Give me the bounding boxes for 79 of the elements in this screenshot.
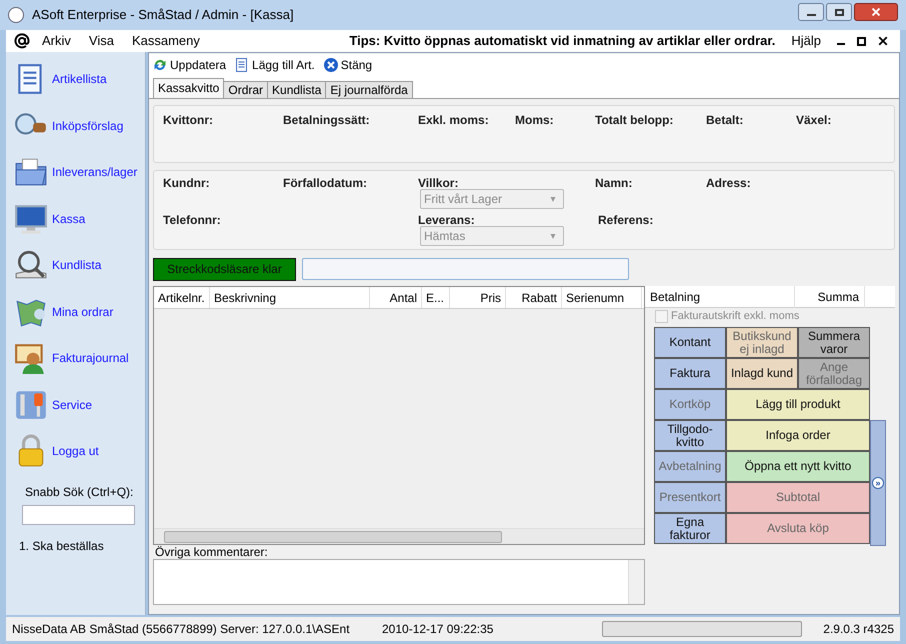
sidebar-item[interactable]: Artikellista xyxy=(52,70,107,88)
tip-text: Tips: Kvitto öppnas automatiskt vid inmatning av artiklar eller ordrar. xyxy=(349,32,776,50)
at-icon xyxy=(14,33,30,49)
sidebar-item[interactable]: Logga ut xyxy=(52,442,99,460)
field-label: Adress: xyxy=(706,175,751,192)
action-button[interactable]: Infoga order xyxy=(726,420,870,451)
status-version-text: 2.9.0.3 r4325 xyxy=(823,621,894,638)
restore-button[interactable] xyxy=(857,36,866,46)
horizontal-scrollbar[interactable] xyxy=(154,528,644,544)
field-label: Växel: xyxy=(796,112,832,127)
search-field[interactable] xyxy=(22,504,135,524)
comments-field[interactable] xyxy=(153,559,645,605)
tab[interactable]: Kundlista xyxy=(268,81,326,98)
close-icon xyxy=(871,7,881,17)
field-label: Moms: xyxy=(515,112,555,127)
column-header: E... xyxy=(422,287,450,308)
field-label: Betalningssätt: xyxy=(283,112,371,127)
action-button[interactable]: Lägg till produkt xyxy=(726,389,870,420)
action-button[interactable]: Egna fakturor xyxy=(654,513,726,544)
action-button[interactable]: Summera varor xyxy=(798,327,870,358)
field-label: Kundnr: xyxy=(163,175,210,192)
comments-label: Övriga kommentarer: xyxy=(155,545,269,559)
close-icon xyxy=(878,36,888,46)
toolbar-button[interactable]: Uppdatera xyxy=(152,56,226,74)
column-header: Antal xyxy=(370,287,422,308)
action-button[interactable]: Kontant xyxy=(654,327,726,358)
status-datetime-text: 2010-12-17 09:22:35 xyxy=(382,621,494,638)
menu-item[interactable]: Kassameny xyxy=(132,31,200,51)
field-label: Förfallodatum: xyxy=(283,175,367,192)
column-header: Rabatt xyxy=(506,287,562,308)
tab[interactable]: Ej journalförda xyxy=(326,81,413,98)
field-label: Referens: xyxy=(598,212,654,229)
field-label: Telefonnr: xyxy=(163,212,221,229)
field-label: Betalt: xyxy=(706,112,744,127)
column-header: Artikelnr. xyxy=(154,287,210,308)
maximize-button[interactable] xyxy=(826,3,852,21)
close-icon xyxy=(322,57,339,73)
sidebar-item[interactable]: Service xyxy=(52,396,92,414)
dropdown-caret-icon xyxy=(549,196,557,202)
minimize-button[interactable] xyxy=(798,3,824,21)
expand-button[interactable]: » xyxy=(870,420,886,546)
sidebar-item[interactable]: Inköpsförslag xyxy=(52,116,124,135)
checkbox-label: Fakturautskrift exkl. moms xyxy=(671,308,800,324)
sidebar-item[interactable]: Kassa xyxy=(52,210,86,228)
column-header: Beskrivning xyxy=(210,287,370,308)
column-header: Pris xyxy=(450,287,506,308)
tab[interactable]: Ordrar xyxy=(224,81,268,98)
dropdown-caret-icon xyxy=(549,234,557,238)
action-button[interactable]: Inlagd kund xyxy=(726,358,798,389)
status-company-text: NisseData AB SmåStad (5566778899) Server: 127.0.0.1\ASEnt xyxy=(12,621,351,638)
note-text: 1. Ska beställas xyxy=(19,538,105,554)
field-label: Leverans: xyxy=(418,212,475,229)
field-label: Kvittonr: xyxy=(163,112,214,127)
sidebar-item[interactable]: Mina ordrar xyxy=(52,302,114,321)
menu-item[interactable]: Visa xyxy=(88,31,114,51)
sidebar-item[interactable]: Fakturajournal xyxy=(52,349,129,368)
field-label: Villkor: xyxy=(418,175,458,192)
tab[interactable]: Kassakvitto xyxy=(153,78,224,98)
menu-item[interactable]: Arkiv xyxy=(42,31,71,51)
field-label: Totalt belopp: xyxy=(595,112,674,127)
action-button[interactable]: Öppna ett nytt kvitto xyxy=(726,451,870,482)
field-label: Namn: xyxy=(595,175,632,192)
sidebar-item[interactable]: Kundlista xyxy=(52,256,102,274)
barcode-input-field[interactable] xyxy=(302,258,629,280)
sidebar-item[interactable]: Inleverans/lager xyxy=(52,163,138,182)
search-label: Snabb Sök (Ctrl+Q): xyxy=(25,484,134,500)
field-label: Exkl. moms: xyxy=(418,112,490,127)
column-header: Betalning xyxy=(645,286,795,308)
menu-item[interactable]: Hjälp xyxy=(791,31,821,51)
action-button[interactable]: Tillgodo-kvitto xyxy=(654,420,726,451)
refresh-icon xyxy=(152,57,168,73)
toolbar-button[interactable]: Lägg till Art. xyxy=(234,56,315,74)
barcode-status-indicator: Streckkodsläsare klar xyxy=(153,258,296,280)
close-button[interactable] xyxy=(854,3,898,21)
window-title: ASoft Enterprise - SmåStad / Admin - [Kassa] xyxy=(32,6,294,24)
column-header: Serienumn xyxy=(562,287,642,308)
toolbar-button[interactable]: Stäng xyxy=(322,56,372,74)
action-button[interactable]: Faktura xyxy=(654,358,726,389)
column-header: Summa xyxy=(795,286,865,308)
